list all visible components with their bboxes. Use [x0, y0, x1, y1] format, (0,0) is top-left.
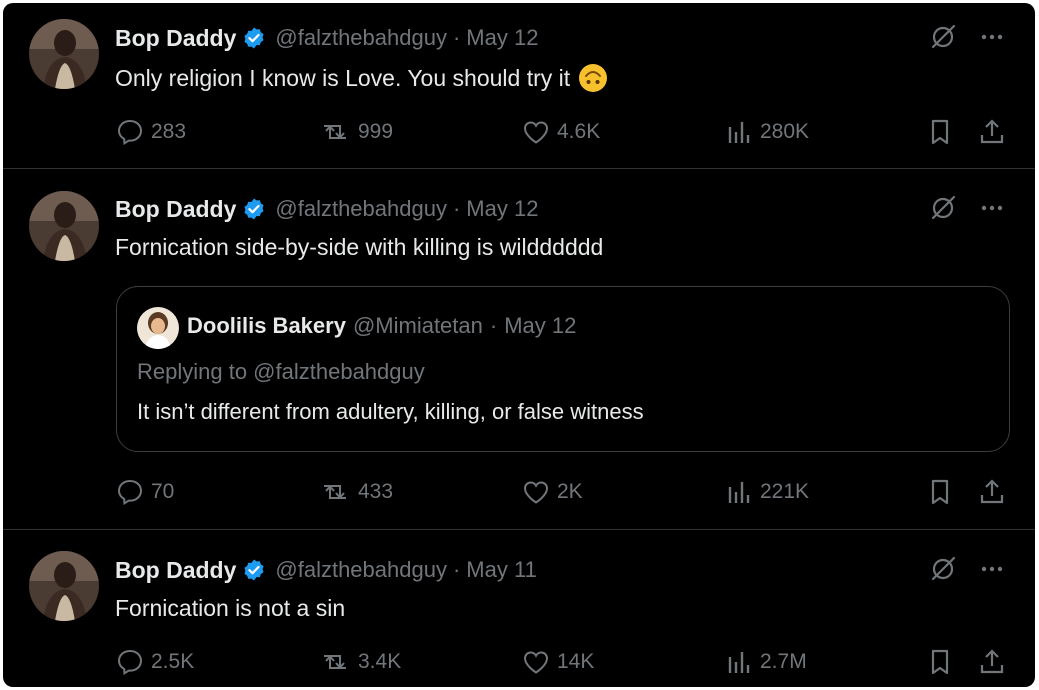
- more-icon[interactable]: [979, 556, 1005, 582]
- tweet-top-icons: [929, 23, 1005, 51]
- view-count: 221K: [760, 480, 810, 503]
- tweet-text-row: Fornication is not a sin: [115, 592, 345, 624]
- verified-badge-icon: [242, 197, 266, 221]
- view-count: 2.7M: [760, 650, 807, 673]
- avatar[interactable]: [29, 19, 99, 89]
- tweet-text-row: Only religion I know is Love. You should…: [115, 61, 608, 95]
- share-button[interactable]: [977, 645, 1013, 679]
- tweet-text: Fornication is not a sin: [115, 594, 346, 621]
- replying-to: Replying to @falzthebahdguy: [137, 359, 425, 384]
- repost-count: 3.4K: [358, 650, 402, 673]
- tweet[interactable]: Bop Daddy @falzthebahdguy · May 11 Forni…: [3, 530, 1035, 687]
- author-handle[interactable]: @falzthebahdguy: [275, 557, 447, 583]
- author-name[interactable]: Bop Daddy: [115, 196, 236, 223]
- repost-count: 433: [358, 480, 394, 503]
- quoted-avatar[interactable]: [137, 307, 179, 349]
- bookmark-button[interactable]: [925, 645, 961, 679]
- separator: ·: [489, 313, 498, 338]
- quoted-date[interactable]: May 12: [504, 313, 576, 339]
- repost-count: 999: [358, 120, 394, 143]
- bookmark-button[interactable]: [925, 475, 961, 509]
- tweet-date[interactable]: May 11: [466, 557, 537, 583]
- tweet-text: Fornication side-by-side with killing is…: [115, 233, 604, 260]
- reply-button[interactable]: 283: [115, 115, 186, 149]
- reply-button[interactable]: 70: [115, 475, 174, 509]
- tweet-top-icons: [929, 555, 1005, 583]
- share-button[interactable]: [977, 475, 1013, 509]
- grok-icon[interactable]: [929, 23, 957, 51]
- more-icon[interactable]: [979, 24, 1005, 50]
- tweet-actions: 283 999 4.6K 280K: [115, 115, 1015, 149]
- author-handle[interactable]: @falzthebahdguy: [275, 196, 447, 222]
- separator: ·: [452, 25, 461, 50]
- quoted-header: Doolilis Bakery @Mimiatetan · May 12: [187, 313, 576, 339]
- avatar[interactable]: [29, 191, 99, 261]
- reply-count: 70: [151, 480, 175, 503]
- reply-button[interactable]: 2.5K: [115, 645, 194, 679]
- quoted-tweet[interactable]: Doolilis Bakery @Mimiatetan · May 12 Rep…: [116, 286, 1010, 452]
- tweet-actions: 2.5K 3.4K 14K 2.7M: [115, 645, 1015, 679]
- tweet-text: Only religion I know is Love. You should…: [115, 64, 571, 91]
- quoted-author-handle[interactable]: @Mimiatetan: [353, 313, 483, 339]
- grok-icon[interactable]: [929, 555, 957, 583]
- upside-down-face-icon: [578, 63, 608, 93]
- repost-button[interactable]: 433: [318, 475, 393, 509]
- author-name[interactable]: Bop Daddy: [115, 25, 236, 52]
- views-button[interactable]: 2.7M: [724, 645, 807, 679]
- tweet[interactable]: Bop Daddy @falzthebahdguy · May 12 Only …: [3, 3, 1035, 168]
- tweet[interactable]: Bop Daddy @falzthebahdguy · May 12 Forni…: [3, 169, 1035, 529]
- tweet-feed: Bop Daddy @falzthebahdguy · May 12 Only …: [3, 3, 1035, 687]
- verified-badge-icon: [242, 558, 266, 582]
- avatar[interactable]: [29, 551, 99, 621]
- tweet-date[interactable]: May 12: [466, 196, 538, 222]
- views-button[interactable]: 280K: [724, 115, 809, 149]
- like-button[interactable]: 4.6K: [521, 115, 600, 149]
- verified-badge-icon: [242, 26, 266, 50]
- tweet-header: Bop Daddy @falzthebahdguy · May 12: [115, 194, 538, 224]
- reply-count: 2.5K: [151, 650, 195, 673]
- tweet-text-row: Fornication side-by-side with killing is…: [115, 231, 603, 263]
- more-icon[interactable]: [979, 195, 1005, 221]
- separator: ·: [452, 557, 461, 582]
- views-button[interactable]: 221K: [724, 475, 809, 509]
- tweet-actions: 70 433 2K 221K: [115, 475, 1015, 509]
- like-button[interactable]: 14K: [521, 645, 594, 679]
- like-count: 14K: [557, 650, 595, 673]
- tweet-top-icons: [929, 194, 1005, 222]
- quoted-author-name[interactable]: Doolilis Bakery: [187, 313, 346, 339]
- separator: ·: [452, 196, 461, 221]
- repost-button[interactable]: 3.4K: [318, 645, 401, 679]
- like-button[interactable]: 2K: [521, 475, 583, 509]
- reply-count: 283: [151, 120, 187, 143]
- author-name[interactable]: Bop Daddy: [115, 557, 236, 584]
- tweet-date[interactable]: May 12: [466, 25, 538, 51]
- share-button[interactable]: [977, 115, 1013, 149]
- tweet-header: Bop Daddy @falzthebahdguy · May 12: [115, 23, 538, 53]
- tweet-header: Bop Daddy @falzthebahdguy · May 11: [115, 555, 537, 585]
- author-handle[interactable]: @falzthebahdguy: [275, 25, 447, 51]
- grok-icon[interactable]: [929, 194, 957, 222]
- bookmark-button[interactable]: [925, 115, 961, 149]
- like-count: 4.6K: [557, 120, 601, 143]
- like-count: 2K: [557, 480, 583, 503]
- repost-button[interactable]: 999: [318, 115, 393, 149]
- view-count: 280K: [760, 120, 810, 143]
- quoted-text: It isn’t different from adultery, killin…: [137, 399, 644, 424]
